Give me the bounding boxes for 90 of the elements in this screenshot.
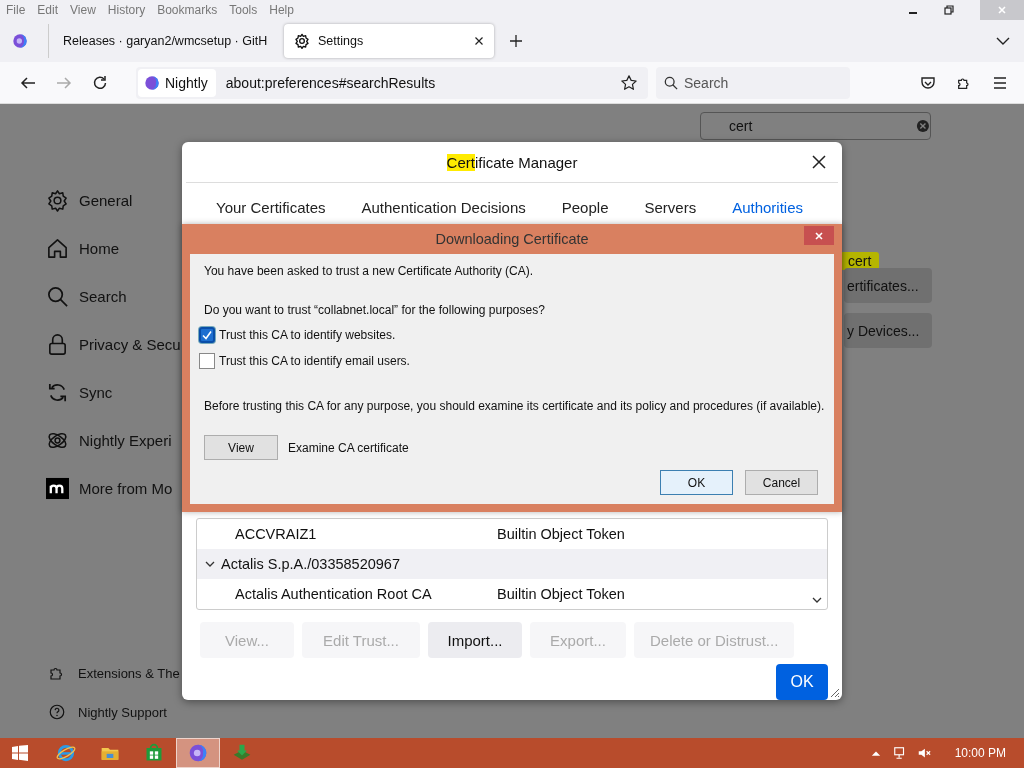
checkbox-label[interactable]: Trust this CA to identify email users.: [219, 354, 410, 368]
settings-button[interactable]: ertificates...: [844, 268, 932, 303]
table-cell-text: Actalis Authentication Root CA: [234, 586, 433, 602]
back-icon[interactable]: [20, 74, 36, 91]
star-icon[interactable]: [620, 73, 638, 92]
restore-icon[interactable]: [944, 5, 954, 15]
browser-globe-icon: [188, 743, 208, 763]
scroll-down-icon[interactable]: [812, 597, 822, 603]
view-button[interactable]: View: [204, 435, 278, 460]
dialog-tab[interactable]: Authentication Decisions: [361, 199, 526, 216]
menu-item[interactable]: File: [6, 3, 26, 17]
help-icon: [48, 703, 66, 721]
settings-button[interactable]: y Devices...: [844, 313, 932, 348]
table-cell: Builtin Object Token: [497, 586, 625, 602]
clock[interactable]: 10:00 PM: [954, 746, 1006, 760]
store-icon: [144, 743, 164, 763]
dialog-button[interactable]: Cancel: [745, 470, 818, 495]
speaker-muted-icon[interactable]: [916, 746, 931, 760]
dialog-text: Do you want to trust “collabnet.local” for the following purposes?: [204, 303, 546, 317]
menu-item[interactable]: Edit: [37, 3, 59, 17]
dialog-button[interactable]: Import...: [428, 622, 522, 658]
lock-icon: [46, 332, 69, 356]
browser-globe-icon: [144, 74, 160, 91]
table-row[interactable]: ACCVRAIZ1 Builtin Object Token: [197, 519, 809, 549]
close-icon: [997, 5, 1007, 15]
address-bar[interactable]: Nightly about:preferences#searchResults: [136, 66, 648, 99]
search-icon: [664, 75, 678, 90]
menu-icon[interactable]: [992, 74, 1008, 91]
dialog-title: Downloading Certificate: [435, 231, 589, 247]
table-row[interactable]: Actalis S.p.A./03358520967: [197, 549, 827, 579]
tab-title: Releases · garyan2/wmcsetup · GitH: [63, 34, 268, 48]
menu-item[interactable]: Bookmarks: [157, 3, 218, 17]
chevron-down-icon[interactable]: [205, 561, 215, 567]
dialog-tab[interactable]: People: [561, 199, 609, 216]
sidebar-item[interactable]: Privacy & Secu: [46, 328, 182, 360]
table-cell-text: ACCVRAIZ1: [234, 526, 318, 542]
mozilla-logo-icon: [46, 476, 69, 500]
dialog-tab[interactable]: Servers: [644, 199, 697, 216]
url-text: about:preferences#searchResults: [225, 74, 436, 91]
dialog-tab[interactable]: Authorities: [732, 199, 804, 216]
checkbox[interactable]: [199, 353, 215, 369]
search-value: cert: [728, 118, 754, 134]
close-button[interactable]: [804, 226, 834, 245]
dialog-text: You have been asked to trust a new Certificate Authority (CA).: [204, 264, 535, 278]
network-icon[interactable]: [892, 746, 907, 760]
close-icon[interactable]: [474, 36, 484, 46]
table-cell: Builtin Object Token: [497, 526, 625, 542]
search-icon: [46, 284, 69, 308]
reload-icon[interactable]: [92, 74, 108, 91]
search-field[interactable]: Search: [656, 66, 850, 99]
sidebar-link[interactable]: Nightly Support: [46, 700, 182, 724]
close-icon[interactable]: [812, 155, 826, 169]
menu-item[interactable]: Tools: [229, 3, 258, 17]
view-label: Examine CA certificate: [288, 440, 409, 455]
ok-button[interactable]: OK: [776, 664, 828, 700]
browser-tab[interactable]: Settings: [284, 24, 494, 58]
search-placeholder: Search: [684, 74, 729, 91]
resize-grip-icon[interactable]: [828, 686, 840, 698]
browser-globe-icon[interactable]: [12, 33, 28, 49]
menu-item[interactable]: History: [107, 3, 146, 17]
table-cell: Actalis S.p.A./03358520967: [221, 556, 400, 572]
browser-e-icon: [56, 743, 76, 763]
identity-label[interactable]: Nightly: [138, 68, 216, 97]
sidebar-item[interactable]: Sync: [46, 376, 182, 408]
tab-title: Settings: [318, 34, 365, 48]
home-icon: [46, 236, 69, 260]
clear-icon[interactable]: [916, 119, 930, 133]
sidebar-link[interactable]: Extensions & The: [46, 661, 182, 685]
dialog-tab[interactable]: Your Certificates: [216, 199, 326, 216]
sidebar-item[interactable]: General: [46, 184, 182, 216]
checkbox[interactable]: [199, 327, 215, 343]
sidebar-item[interactable]: More from Mo: [46, 472, 182, 504]
search-field[interactable]: cert: [700, 112, 931, 140]
close-icon: [814, 230, 824, 241]
gear-icon: [294, 33, 310, 49]
pocket-icon[interactable]: [920, 74, 936, 91]
sidebar-item[interactable]: Nightly Experi: [46, 424, 182, 456]
sidebar-item[interactable]: Search: [46, 280, 182, 312]
start-icon[interactable]: [12, 745, 28, 761]
menu-item[interactable]: View: [70, 3, 96, 17]
gear-icon: [46, 188, 69, 212]
plus-icon[interactable]: [510, 35, 522, 47]
sidebar-item[interactable]: Home: [46, 232, 182, 264]
chevron-down-icon[interactable]: [996, 37, 1010, 45]
taskbar-app[interactable]: [176, 738, 220, 768]
dialog-button[interactable]: OK: [660, 470, 733, 495]
browser-tab[interactable]: Releases · garyan2/wmcsetup · GitH: [48, 24, 278, 58]
table-row[interactable]: Actalis Authentication Root CA Builtin Object Token: [197, 579, 809, 609]
checkbox-label[interactable]: Trust this CA to identify websites.: [219, 328, 396, 342]
menu-item[interactable]: Help: [269, 3, 294, 17]
